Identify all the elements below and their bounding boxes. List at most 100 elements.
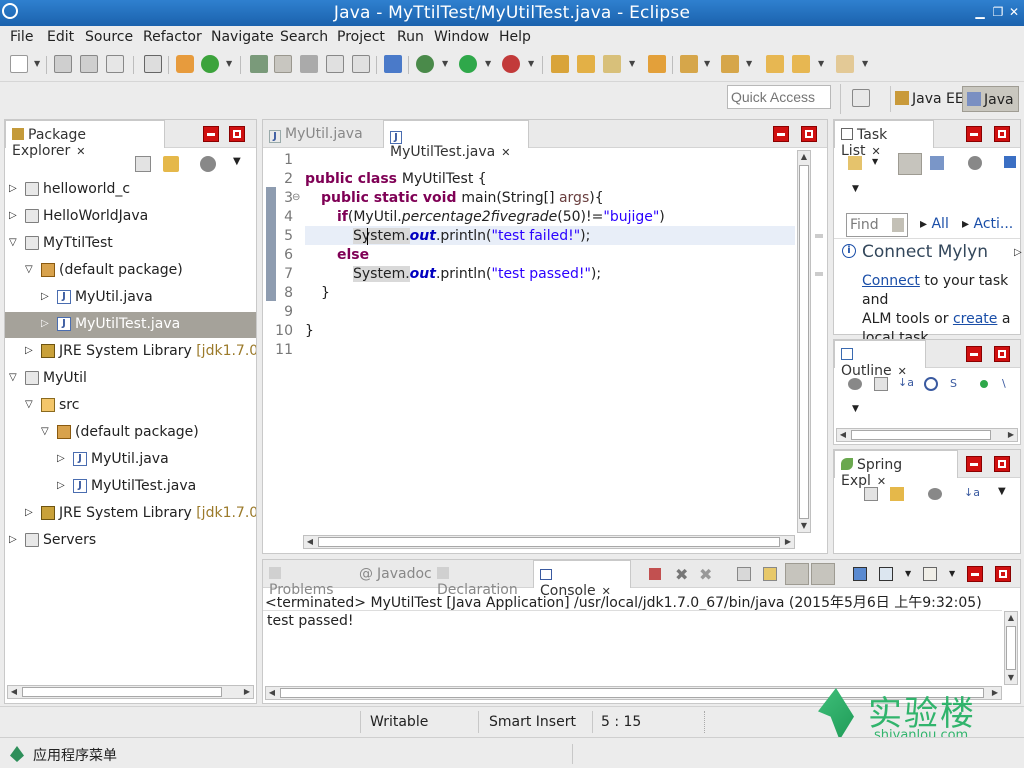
menu-search[interactable]: Search [280,29,328,45]
tab-task-list[interactable]: Task List ✕ [834,120,934,159]
expand-arrow-icon[interactable]: ▷ [9,534,19,546]
run-dropdown-icon[interactable]: ▼ [485,59,491,68]
scroll-thumb[interactable] [22,687,222,697]
open-perspective-icon[interactable] [852,89,870,107]
scroll-right-icon[interactable]: ▶ [782,536,794,548]
menu-window[interactable]: Window [434,29,489,45]
code-area[interactable]: 1 2 3 ⊖ 4 5 6 7 8 9 10 11 public class M… [263,150,797,534]
refresh-icon[interactable] [201,55,219,73]
coverage-dropdown-icon[interactable]: ▼ [528,59,534,68]
minimize-view-icon[interactable] [967,566,983,582]
link-editor-icon[interactable] [163,156,179,172]
app-menu-icon[interactable] [10,746,24,762]
show-stderr-icon[interactable] [811,563,835,585]
expand-arrow-icon[interactable]: ▷ [41,291,51,303]
debug-config-icon[interactable] [250,55,268,73]
minimize-view-icon[interactable] [203,126,219,142]
tree-item[interactable]: ▷JRE System Library [jdk1.7.0_67 [5,501,256,527]
maximize-view-icon[interactable] [994,346,1010,362]
link-editor-icon[interactable] [890,487,904,501]
wand-dropdown-icon[interactable]: ▼ [629,59,635,68]
expand-arrow-icon[interactable]: ▷ [9,210,19,222]
restore-icon[interactable]: ❐ [990,4,1006,20]
tab-javadoc[interactable]: @ Javadoc [353,560,433,588]
mylyn-close-icon[interactable]: ▷ [1014,247,1022,258]
block-select-icon[interactable] [326,55,344,73]
collapse-arrow-icon[interactable]: ▽ [9,237,19,249]
terminate-icon[interactable] [649,568,661,580]
close-icon[interactable]: ✕ [76,145,85,158]
view-menu-icon[interactable]: ▼ [852,404,859,414]
clear-console-icon[interactable] [737,567,751,581]
prev-annotation-dropdown-icon[interactable]: ▼ [746,59,752,68]
tree-item[interactable]: ▷ J MyUtil.java [5,285,256,311]
outline-hscrollbar[interactable]: ◀ ▶ [836,428,1018,442]
hide-fields-icon[interactable] [924,377,938,391]
tree-item-selected[interactable]: ▷ J MyUtilTest.java [5,312,256,338]
back-icon[interactable] [792,55,810,73]
find-clear-icon[interactable] [892,218,904,232]
expand-arrow-icon[interactable]: ▷ [9,183,19,195]
scroll-left-icon[interactable]: ◀ [8,686,20,698]
focus-icon[interactable] [928,488,942,500]
tree-item[interactable]: ▽ (default package) [5,258,256,284]
console-vscrollbar[interactable]: ▲ ▼ [1004,611,1018,685]
forward-dropdown-icon[interactable]: ▼ [862,59,868,68]
tab-myutiltest-java[interactable]: JMyUtilTest.java ✕ [383,120,529,160]
maximize-view-icon[interactable] [801,126,817,142]
expand-arrow-icon[interactable]: ▷ [57,453,67,465]
highlight-icon[interactable] [274,55,292,73]
scroll-thumb[interactable] [318,537,780,547]
focus-icon[interactable] [200,156,216,172]
tab-package-explorer[interactable]: Package Explorer ✕ [5,120,165,159]
scroll-thumb[interactable] [1006,626,1016,670]
scroll-lock-icon[interactable] [763,567,777,581]
package-explorer-hscrollbar[interactable]: ◀ ▶ [7,685,254,699]
build-icon[interactable] [176,55,194,73]
scroll-thumb[interactable] [851,430,991,440]
tab-outline[interactable]: Outline ✕ [834,340,926,379]
fold-icon[interactable]: ⊖ [292,192,300,203]
expand-arrow-icon[interactable]: ▷ [25,345,35,357]
prev-annotation-icon[interactable] [721,55,739,73]
menu-run[interactable]: Run [397,29,424,45]
back-dropdown-icon[interactable]: ▼ [818,59,824,68]
view-menu-icon[interactable]: ▼ [852,184,859,194]
binary-icon[interactable] [144,55,162,73]
pin-icon[interactable] [384,55,402,73]
expand-arrow-icon[interactable]: ▷ [57,480,67,492]
sort-icon[interactable]: ↓a [898,376,914,389]
filter-activate[interactable]: ▸ Acti... [962,216,1013,232]
minimize-view-icon[interactable] [966,456,982,472]
editor-vscrollbar[interactable]: ▲ ▼ [797,150,811,533]
tree-item[interactable]: ▷ HelloWorldJava [5,204,256,230]
menu-project[interactable]: Project [337,29,385,45]
open-console-icon[interactable] [923,567,937,581]
last-edit-icon[interactable] [766,55,784,73]
minimize-view-icon[interactable] [773,126,789,142]
tree-item[interactable]: ▷ Servers [5,528,256,554]
scroll-left-icon[interactable]: ◀ [304,536,316,548]
minimize-view-icon[interactable] [966,346,982,362]
print-icon[interactable] [106,55,124,73]
collapse-arrow-icon[interactable]: ▽ [25,264,35,276]
maximize-view-icon[interactable] [994,126,1010,142]
toggle-icon[interactable] [300,55,318,73]
maximize-view-icon[interactable] [229,126,245,142]
tab-problems[interactable]: Problems [263,560,353,598]
perspective-java[interactable]: Java [962,86,1019,112]
tab-console[interactable]: Console ✕ [533,560,631,599]
open-type-icon[interactable] [577,55,595,73]
new-icon[interactable] [10,55,28,73]
tree-item[interactable]: ▽ (default package) [5,420,256,446]
new-task-icon[interactable] [848,156,862,170]
menu-help[interactable]: Help [499,29,531,45]
filter-all[interactable]: ▸ All [920,216,949,232]
debug-dropdown-icon[interactable]: ▼ [442,59,448,68]
next-annotation-icon[interactable] [680,55,698,73]
collapse-all-icon[interactable] [135,156,151,172]
next-annotation-dropdown-icon[interactable]: ▼ [704,59,710,68]
save-all-icon[interactable] [80,55,98,73]
editor-hscrollbar[interactable]: ◀ ▶ [303,535,795,549]
collapse-all-icon[interactable] [864,487,878,501]
